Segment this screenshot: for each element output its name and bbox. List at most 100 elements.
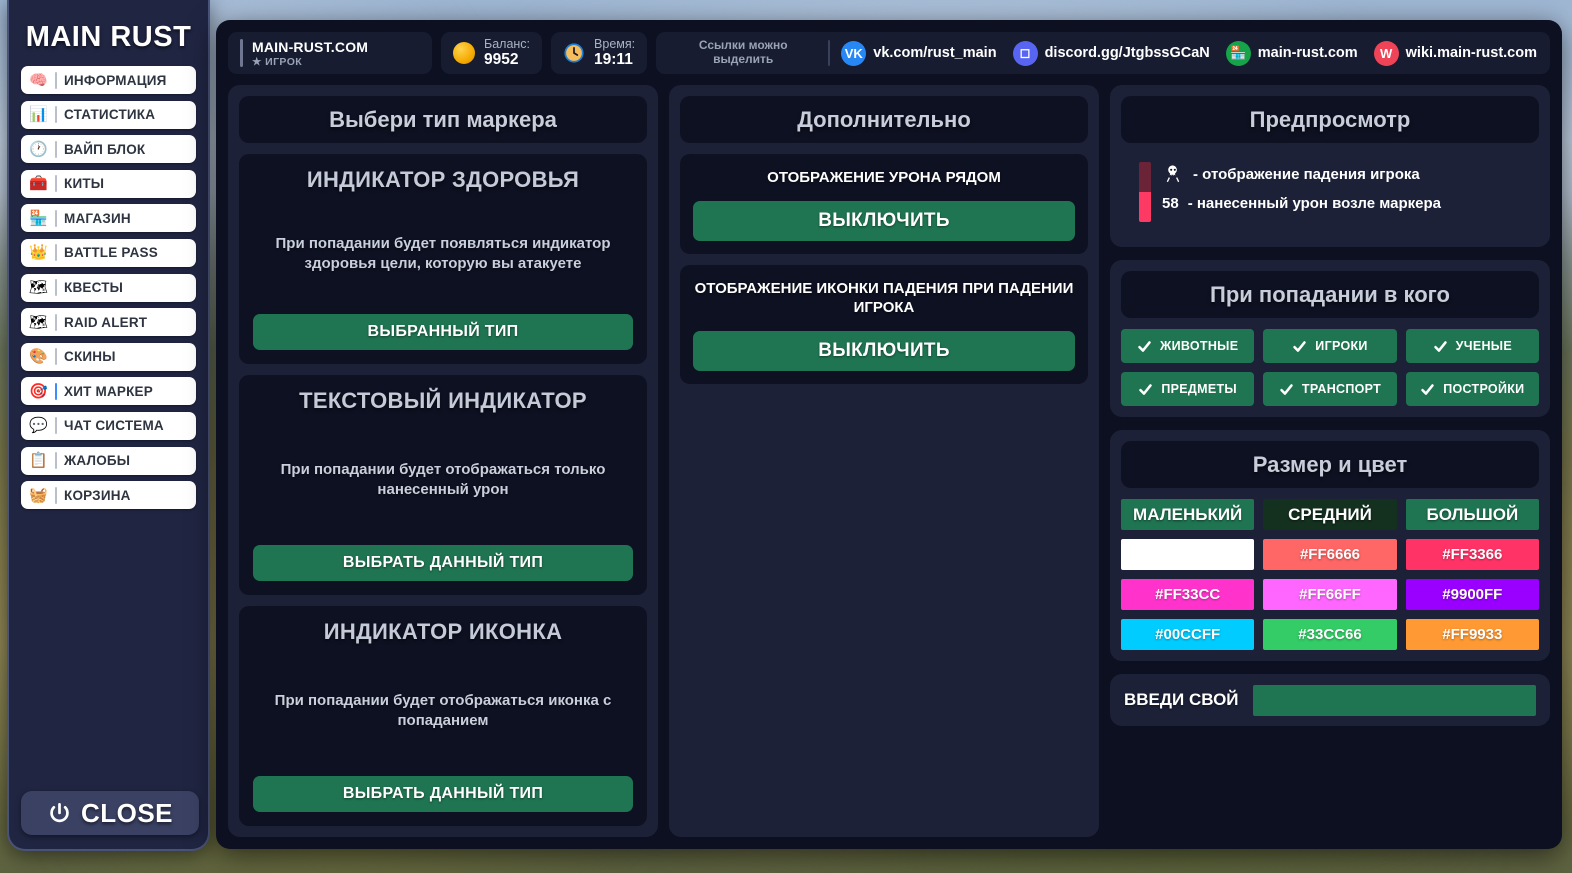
sidebar-item-8[interactable]: 🗺 RAID ALERT	[21, 308, 196, 337]
sidebar-item-12[interactable]: 📋 ЖАЛОБЫ	[21, 446, 196, 475]
sidebar-nav: 🧠 ИНФОРМАЦИЯ 📊 СТАТИСТИКА 🕐 ВАЙП БЛОК 🧰 КИТЫ 🏪 МА…	[21, 66, 196, 510]
crosshair-icon: 🎯	[29, 382, 48, 400]
color-swatch-9[interactable]: #FF9933	[1405, 619, 1539, 650]
size-button-2[interactable]: СРЕДНИЙ	[1263, 499, 1397, 530]
balance-chip: Баланс: 9952	[441, 32, 543, 74]
size-button-3[interactable]: БОЛЬШОЙ	[1405, 499, 1539, 530]
divider	[828, 40, 831, 66]
additional-option-toggle[interactable]: ВЫКЛЮЧИТЬ	[693, 200, 1075, 241]
links-hint: Ссылки можно выделить	[698, 38, 788, 66]
social-link-text: vk.com/rust_main	[873, 45, 997, 61]
color-swatch-8[interactable]: #33CC66	[1263, 619, 1397, 650]
target-chip-3[interactable]: УЧЕНЫЕ	[1405, 329, 1539, 363]
sidebar-item-2[interactable]: 📊 СТАТИСТИКА	[21, 100, 196, 129]
additional-option-1: ОТОБРАЖЕНИЕ УРОНА РЯДОМ ВЫКЛЮЧИТЬ	[680, 154, 1088, 254]
marker-type-card-2: ТЕКСТОВЫЙ ИНДИКАТОР При попадании будет о…	[239, 375, 647, 595]
sidebar-item-7[interactable]: 🗺 КВЕСТЫ	[21, 273, 196, 302]
custom-color-label: ВВЕДИ СВОЙ	[1124, 690, 1239, 709]
check-icon	[1280, 383, 1293, 395]
target-chip-label: ЖИВОТНЫЕ	[1159, 339, 1239, 353]
marker-type-select-button[interactable]: ВЫБРАТЬ ДАННЫЙ ТИП	[253, 776, 633, 812]
nav-separator	[55, 106, 57, 124]
sidebar-item-9[interactable]: 🎨 СКИНЫ	[21, 342, 196, 371]
crown-medal-icon: 👑	[29, 244, 48, 262]
sidebar-item-label: RAID ALERT	[64, 314, 148, 330]
color-swatch-3[interactable]: #FF3366	[1405, 539, 1539, 570]
palette-icon: 🎨	[29, 348, 48, 366]
target-chip-6[interactable]: ПОСТРОЙКИ	[1405, 372, 1539, 406]
right-column: Предпросмотр - отображение падения игрок…	[1110, 85, 1550, 837]
nav-separator	[55, 71, 57, 89]
sidebar-item-label: ВАЙП БЛОК	[64, 141, 146, 157]
nav-separator	[55, 209, 57, 227]
sidebar-item-3[interactable]: 🕐 ВАЙП БЛОК	[21, 135, 196, 164]
social-link-2[interactable]: ◻ discord.gg/JtgbssGCaN	[1012, 40, 1210, 66]
marker-type-select-button[interactable]: ВЫБРАННЫЙ ТИП	[253, 314, 633, 350]
preview-title: Предпросмотр	[1121, 96, 1539, 143]
color-swatch-1[interactable]	[1121, 539, 1255, 570]
marker-bar-top	[1139, 162, 1151, 192]
additional-option-toggle[interactable]: ВЫКЛЮЧИТЬ	[693, 330, 1075, 371]
size-color-panel: Размер и цвет МАЛЕНЬКИЙ СРЕДНИЙ БОЛЬШОЙ #F…	[1110, 430, 1550, 661]
targets-panel: При попадании в кого ЖИВОТНЫЕ ИГРОКИ УЧЕНЫ…	[1110, 260, 1550, 417]
store-icon: 🏪	[29, 209, 48, 227]
server-name: MAIN-RUST.COM	[252, 38, 369, 55]
close-button-label: CLOSE	[80, 797, 174, 828]
sidebar-item-1[interactable]: 🧠 ИНФОРМАЦИЯ	[21, 66, 196, 94]
check-icon	[1139, 383, 1153, 395]
sidebar-item-4[interactable]: 🧰 КИТЫ	[21, 169, 196, 198]
target-chip-label: ИГРОКИ	[1315, 339, 1368, 353]
social-link-3[interactable]: 🏪 main-rust.com	[1225, 40, 1358, 66]
custom-color-input[interactable]	[1252, 684, 1536, 716]
map-scroll-icon: 🗺	[28, 279, 49, 297]
time-value: 19:11	[594, 50, 633, 68]
brain-icon: 🧠	[29, 71, 48, 89]
nav-separator	[55, 417, 57, 435]
color-swatch-6[interactable]: #9900FF	[1405, 579, 1539, 610]
additional-option-label: ОТОБРАЖЕНИЕ УРОНА РЯДОМ	[767, 169, 1001, 186]
preview-damage-text: - нанесенный урон возле маркера	[1187, 195, 1442, 212]
sidebar-item-6[interactable]: 👑 BATTLE PASS	[21, 238, 196, 267]
additional-option-2: ОТОБРАЖЕНИЕ ИКОНКИ ПАДЕНИЯ ПРИ ПАДЕНИИ И…	[680, 264, 1088, 384]
additional-option-label: ОТОБРАЖЕНИЕ ИКОНКИ ПАДЕНИЯ ПРИ ПАДЕНИИ И…	[694, 279, 1074, 317]
color-swatch-5[interactable]: #FF66FF	[1263, 579, 1397, 610]
preview-fall-text: - отображение падения игрока	[1193, 165, 1420, 183]
marker-type-select-button[interactable]: ВЫБРАТЬ ДАННЫЙ ТИП	[253, 545, 633, 581]
sidebar-item-label: КВЕСТЫ	[64, 280, 124, 296]
color-swatch-7[interactable]: #00CCFF	[1121, 619, 1255, 650]
marker-types-panel: Выбери тип маркера ИНДИКАТОР ЗДОРОВЬЯ При…	[228, 85, 658, 837]
target-chip-1[interactable]: ЖИВОТНЫЕ	[1121, 329, 1255, 363]
preview-legend: - отображение падения игрока 58 - нанесе…	[1162, 160, 1441, 212]
size-button-1[interactable]: МАЛЕНЬКИЙ	[1121, 499, 1255, 530]
sidebar-item-label: ХИТ МАРКЕР	[64, 383, 153, 399]
nav-separator	[55, 140, 57, 158]
target-chip-5[interactable]: ТРАНСПОРТ	[1263, 372, 1397, 406]
social-link-1[interactable]: VK vk.com/rust_main	[841, 40, 997, 66]
time-label: Время:	[594, 36, 636, 51]
target-chip-4[interactable]: ПРЕДМЕТЫ	[1121, 372, 1255, 406]
color-swatch-4[interactable]: #FF33CC	[1121, 579, 1255, 610]
marker-type-title: ИНДИКАТОР ЗДОРОВЬЯ	[306, 167, 580, 192]
sidebar-item-label: СКИНЫ	[64, 349, 116, 365]
marker-type-title: ИНДИКАТОР ИКОНКА	[323, 619, 563, 644]
sidebar-item-5[interactable]: 🏪 МАГАЗИН	[21, 204, 196, 233]
marker-type-card-3: ИНДИКАТОР ИКОНКА При попадании будет отоб…	[239, 606, 647, 826]
color-swatch-2[interactable]: #FF6666	[1263, 539, 1397, 570]
close-button[interactable]: CLOSE	[21, 791, 199, 835]
preview-body: - отображение падения игрока 58 - нанесе…	[1121, 154, 1539, 236]
content-columns: Выбери тип маркера ИНДИКАТОР ЗДОРОВЬЯ При…	[228, 85, 1550, 837]
sidebar-item-10[interactable]: 🎯 ХИТ МАРКЕР	[21, 377, 196, 406]
target-chip-2[interactable]: ИГРОКИ	[1263, 329, 1397, 363]
links-chip: Ссылки можно выделить VK vk.com/rust_main…	[656, 32, 1550, 74]
basket-icon: 🧺	[29, 486, 48, 504]
social-link-4[interactable]: Wwiki.main-rust.com	[1373, 40, 1537, 66]
sidebar-item-label: ИНФОРМАЦИЯ	[64, 72, 167, 88]
sidebar-item-11[interactable]: 💬 ЧАТ СИСТЕМА	[21, 411, 196, 440]
clock-icon	[564, 43, 584, 63]
nav-separator	[55, 313, 57, 331]
preview-panel: Предпросмотр - отображение падения игрок…	[1110, 85, 1550, 247]
sidebar-item-13[interactable]: 🧺 КОРЗИНА	[21, 481, 196, 510]
check-icon	[1433, 340, 1447, 352]
target-chip-list: ЖИВОТНЫЕ ИГРОКИ УЧЕНЫЕ ПРЕДМЕТЫ ТРАНСПОРТ ПОС…	[1121, 329, 1539, 406]
sidebar-item-label: КИТЫ	[64, 176, 105, 192]
